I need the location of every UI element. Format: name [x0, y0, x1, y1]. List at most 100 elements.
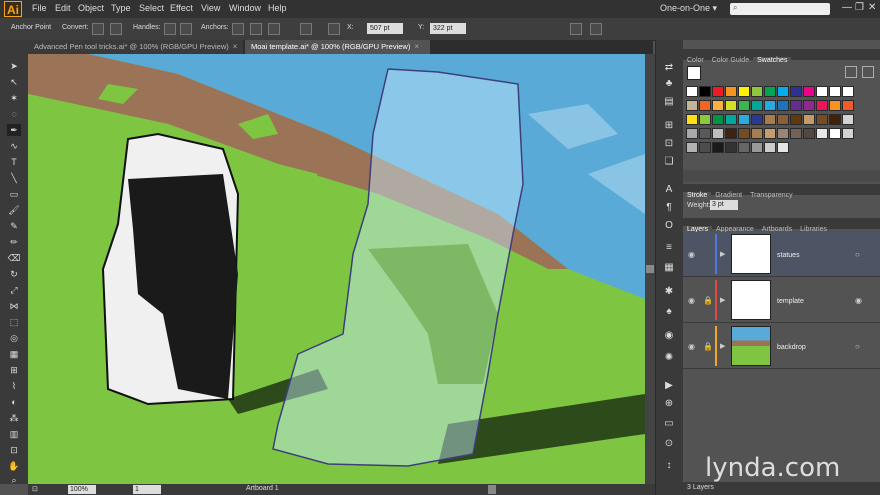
color-swatch[interactable]	[686, 114, 698, 125]
color-swatch[interactable]	[829, 114, 841, 125]
color-swatch[interactable]	[725, 142, 737, 153]
color-swatch[interactable]	[699, 100, 711, 111]
color-swatch[interactable]	[686, 86, 698, 97]
hand-tool-icon[interactable]: ✋	[7, 460, 21, 472]
color-swatch[interactable]	[712, 114, 724, 125]
stroke-panel-icon[interactable]: ≡	[662, 242, 676, 254]
menu-window[interactable]: Window	[229, 3, 261, 13]
rotate-tool-icon[interactable]: ↻	[7, 268, 21, 280]
club-icon[interactable]: ♣	[662, 78, 676, 90]
color-swatch[interactable]	[803, 128, 815, 139]
tab-advanced-pen[interactable]: Advanced Pen tool tricks.ai* @ 100% (RGB…	[28, 40, 243, 54]
close-icon[interactable]: ×	[414, 42, 419, 51]
connect-anchor-icon[interactable]	[250, 23, 262, 35]
shaper-tool-icon[interactable]: ✎	[7, 220, 21, 232]
menu-edit[interactable]: Edit	[55, 3, 71, 13]
layers-panel-icon[interactable]: ▤	[662, 96, 676, 108]
zoom-field[interactable]: 100%	[68, 485, 96, 494]
curvature-tool-icon[interactable]: ∿	[7, 140, 21, 152]
gradient-panel-icon[interactable]: ▦	[662, 262, 676, 274]
artboards-panel-icon[interactable]: ▶	[662, 380, 676, 392]
eye-icon[interactable]: ◉	[688, 296, 695, 305]
hide-handles-icon[interactable]	[180, 23, 192, 35]
layer-name[interactable]: template	[777, 298, 804, 305]
color-swatch[interactable]	[816, 128, 828, 139]
color-swatch[interactable]	[751, 142, 763, 153]
color-swatch[interactable]	[829, 100, 841, 111]
transform-panel-icon[interactable]: ⊞	[662, 120, 676, 132]
color-swatch[interactable]	[816, 86, 828, 97]
shape-builder-tool-icon[interactable]: ◎	[7, 332, 21, 344]
color-swatch[interactable]	[686, 128, 698, 139]
menu-select[interactable]: Select	[139, 3, 164, 13]
color-swatch[interactable]	[803, 100, 815, 111]
color-swatch[interactable]	[725, 128, 737, 139]
transform-icon[interactable]	[570, 23, 582, 35]
menu-view[interactable]: View	[201, 3, 220, 13]
color-swatch[interactable]	[816, 114, 828, 125]
expand-arrow-icon[interactable]: ▶	[720, 342, 725, 350]
eye-icon[interactable]: ◉	[688, 250, 695, 259]
asset-export-icon[interactable]: ✺	[662, 352, 676, 364]
expand-arrow-icon[interactable]: ▶	[720, 250, 725, 258]
color-swatch[interactable]	[738, 128, 750, 139]
type-tool-icon[interactable]: T	[7, 156, 21, 168]
color-swatch[interactable]	[699, 86, 711, 97]
color-swatch[interactable]	[738, 86, 750, 97]
color-swatch[interactable]	[725, 114, 737, 125]
grid-view-icon[interactable]	[862, 66, 874, 78]
color-swatch[interactable]	[816, 100, 828, 111]
lasso-tool-icon[interactable]: ◌	[7, 108, 21, 120]
color-swatch[interactable]	[751, 86, 763, 97]
tab-transparency[interactable]: Transparency	[746, 192, 797, 199]
zoom-tool-icon[interactable]: ⌕	[7, 474, 21, 486]
color-swatch[interactable]	[738, 142, 750, 153]
tab-gradient[interactable]: Gradient	[711, 192, 746, 199]
show-handles-icon[interactable]	[164, 23, 176, 35]
color-swatch[interactable]	[712, 128, 724, 139]
close-icon[interactable]: ×	[233, 42, 238, 51]
info-icon[interactable]: ↕	[662, 460, 676, 472]
remove-anchor-icon[interactable]	[232, 23, 244, 35]
tab-stroke[interactable]: Stroke	[683, 192, 712, 199]
magic-wand-tool-icon[interactable]: ✶	[7, 92, 21, 104]
color-swatch[interactable]	[686, 100, 698, 111]
paintbrush-tool-icon[interactable]: 🖌	[7, 204, 21, 216]
brushes-panel-icon[interactable]: ✱	[662, 286, 676, 298]
color-swatch[interactable]	[777, 100, 789, 111]
convert-smooth-icon[interactable]	[110, 23, 122, 35]
layer-name[interactable]: backdrop	[777, 344, 806, 351]
width-tool-icon[interactable]: ⋈	[7, 300, 21, 312]
color-swatch[interactable]	[725, 100, 737, 111]
color-swatch[interactable]	[777, 86, 789, 97]
color-swatch[interactable]	[699, 142, 711, 153]
mesh-tool-icon[interactable]: ⊞	[7, 364, 21, 376]
layer-row-template[interactable]: ◉ 🔒 ▶ template ◉	[683, 278, 880, 323]
target-icon[interactable]: ○	[855, 342, 860, 351]
options-icon[interactable]	[590, 23, 602, 35]
maximize-button[interactable]: ❐	[855, 2, 864, 13]
fill-stroke-indicator[interactable]	[687, 66, 701, 80]
color-swatch[interactable]	[764, 114, 776, 125]
rectangle-tool-icon[interactable]: ▭	[7, 188, 21, 200]
artboard-tool-icon[interactable]: ⊡	[7, 444, 21, 456]
color-swatch[interactable]	[699, 128, 711, 139]
lock-icon[interactable]: 🔒	[703, 342, 713, 351]
color-swatch[interactable]	[790, 114, 802, 125]
layer-row-statues[interactable]: ◉ ▶ statues ○	[683, 232, 880, 277]
color-swatch[interactable]	[686, 142, 698, 153]
expand-arrow-icon[interactable]: ▶	[720, 296, 725, 304]
paragraph-panel-icon[interactable]: ¶	[662, 202, 676, 214]
color-swatch[interactable]	[829, 86, 841, 97]
character-panel-icon[interactable]: A	[662, 184, 676, 196]
scale-tool-icon[interactable]: ⤢	[7, 284, 21, 296]
artboard-number-field[interactable]: 1	[133, 485, 161, 494]
color-swatch[interactable]	[777, 128, 789, 139]
color-swatch[interactable]	[764, 128, 776, 139]
color-swatch[interactable]	[842, 128, 854, 139]
x-field[interactable]: 507 pt	[367, 23, 403, 34]
layer-row-backdrop[interactable]: ◉ 🔒 ▶ backdrop ○	[683, 324, 880, 369]
free-transform-tool-icon[interactable]: ⬚	[7, 316, 21, 328]
color-swatch[interactable]	[764, 100, 776, 111]
color-swatch[interactable]	[751, 128, 763, 139]
